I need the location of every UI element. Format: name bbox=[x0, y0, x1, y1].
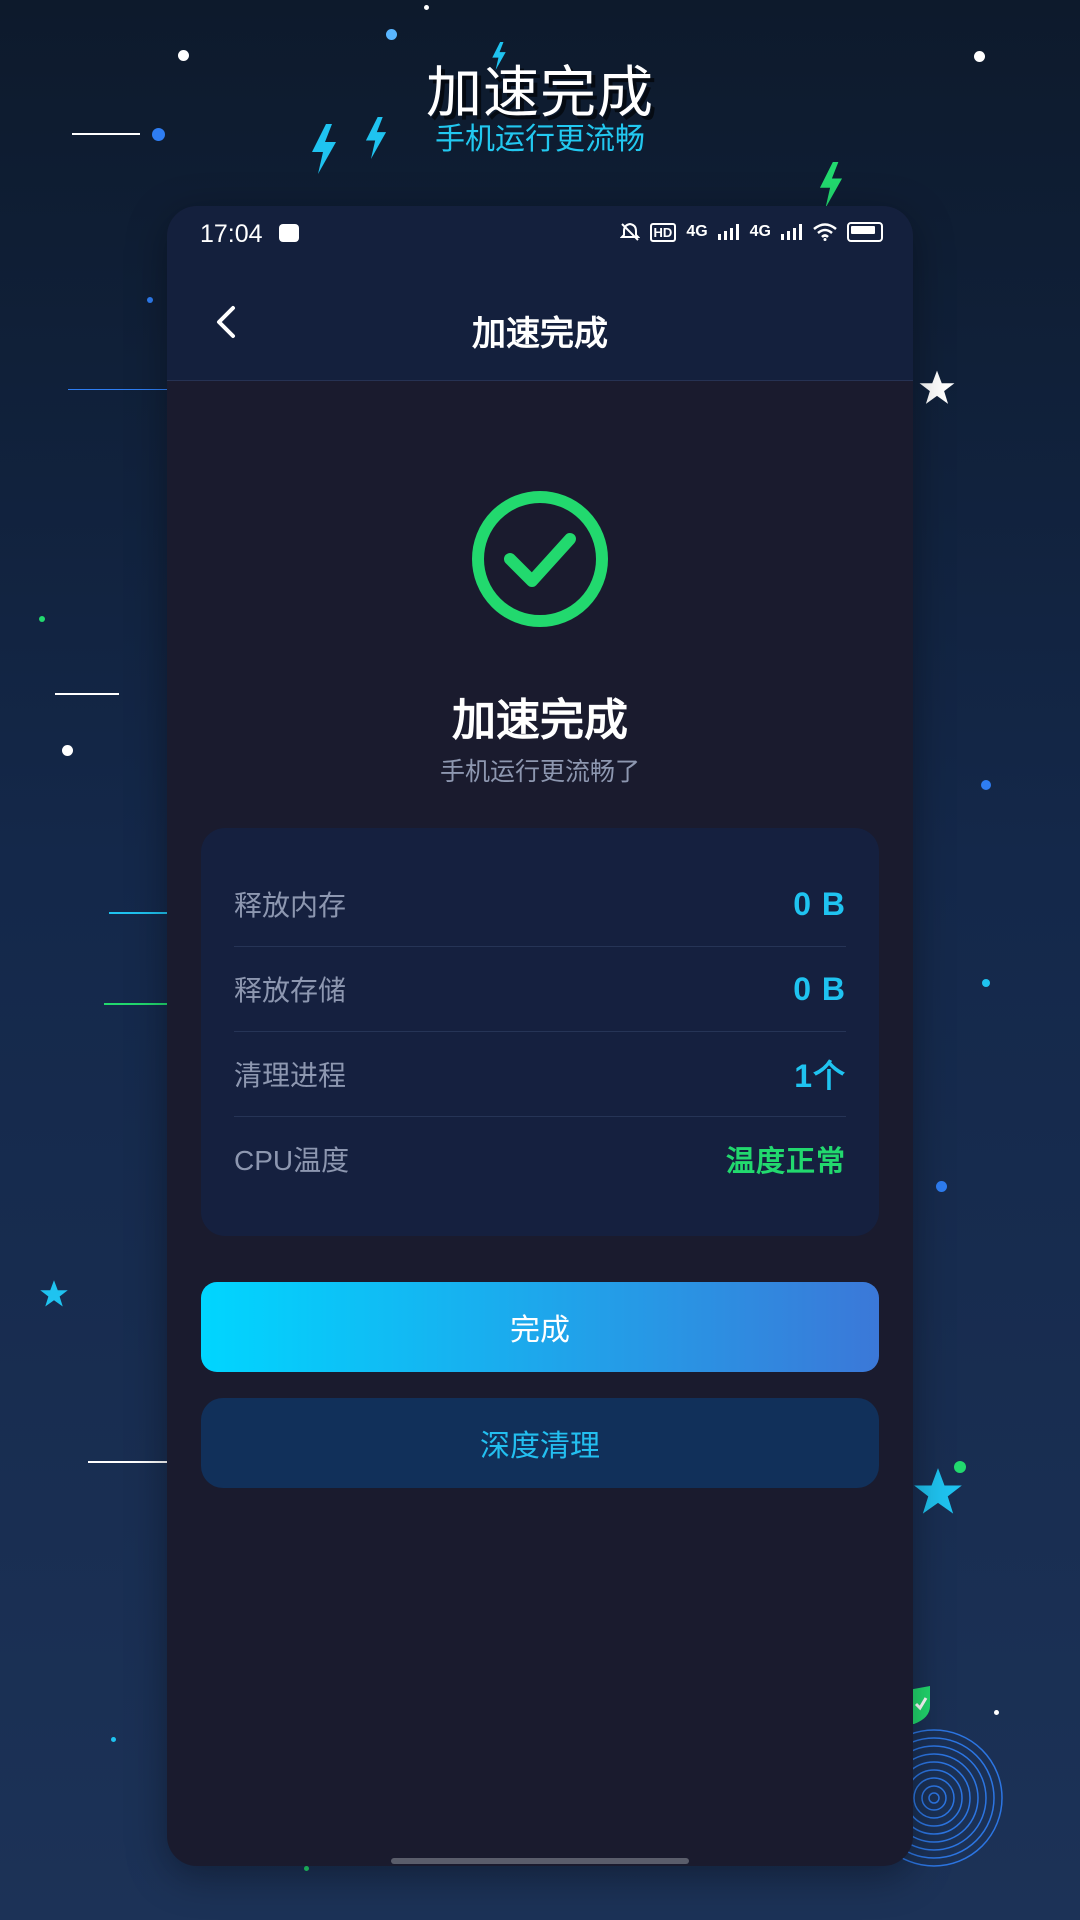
done-button[interactable]: 完成 bbox=[201, 1282, 879, 1372]
result-subtitle: 手机运行更流畅了 bbox=[439, 758, 640, 786]
stat-value: 温度正常 bbox=[725, 1146, 846, 1178]
app-header: 17:04 HD 4G 4G 加速完成 bbox=[167, 206, 913, 381]
result-title: 加速完成 bbox=[452, 696, 628, 745]
star-dot bbox=[994, 1710, 999, 1715]
star-dot bbox=[936, 1181, 947, 1192]
streak-line bbox=[104, 1003, 167, 1005]
check-circle-icon bbox=[470, 489, 610, 629]
stat-row-processes: 清理进程 1个 bbox=[234, 1032, 846, 1117]
lightning-icon bbox=[819, 162, 843, 208]
phone-screen: 17:04 HD 4G 4G 加速完成 加速完成 手机运行更流畅了 释放内存 0… bbox=[167, 206, 913, 1866]
star-dot bbox=[304, 1866, 309, 1871]
signal-icon bbox=[781, 224, 802, 240]
home-indicator[interactable] bbox=[391, 1858, 689, 1864]
wifi-icon bbox=[813, 223, 837, 241]
deep-clean-button[interactable]: 深度清理 bbox=[201, 1398, 879, 1488]
stat-value: 0 B bbox=[793, 970, 846, 1007]
stat-label: CPU温度 bbox=[234, 1145, 350, 1176]
network-4g-label: 4G bbox=[686, 223, 708, 240]
status-time: 17:04 bbox=[200, 220, 263, 248]
stat-row-storage: 释放存储 0 B bbox=[234, 947, 846, 1032]
network-4g-label: 4G bbox=[749, 223, 771, 240]
star-dot bbox=[111, 1737, 116, 1742]
star-icon bbox=[914, 1468, 962, 1514]
star-dot bbox=[147, 297, 153, 303]
streak-line bbox=[55, 693, 119, 695]
star-dot bbox=[981, 780, 991, 790]
streak-line bbox=[88, 1461, 167, 1463]
page-title: 加速完成 bbox=[472, 315, 608, 353]
banner-subtitle: 手机运行更流畅 bbox=[435, 123, 645, 156]
streak-line bbox=[109, 912, 167, 914]
stat-row-cpu-temp: CPU温度 温度正常 bbox=[234, 1117, 846, 1201]
star-icon bbox=[40, 1280, 68, 1307]
stat-value: 0 B bbox=[793, 885, 846, 922]
star-dot bbox=[424, 5, 429, 10]
star-icon bbox=[919, 370, 955, 404]
star-dot bbox=[386, 29, 397, 40]
star-dot bbox=[39, 616, 45, 622]
concentric-circles-graphic bbox=[900, 1729, 1003, 1867]
stat-value: 1个 bbox=[794, 1058, 846, 1094]
stat-label: 释放内存 bbox=[234, 890, 347, 921]
stats-card: 释放内存 0 B 释放存储 0 B 清理进程 1个 CPU温度 温度正常 bbox=[201, 828, 879, 1236]
battery-icon bbox=[847, 222, 883, 242]
stat-label: 释放存储 bbox=[234, 975, 347, 1006]
hd-label: HD bbox=[649, 222, 677, 242]
star-dot bbox=[62, 745, 73, 756]
stat-label: 清理进程 bbox=[234, 1060, 347, 1091]
status-icons: HD 4G 4G bbox=[619, 222, 883, 242]
message-icon bbox=[279, 224, 299, 242]
star-dot bbox=[982, 979, 990, 987]
stat-row-memory: 释放内存 0 B bbox=[234, 862, 846, 947]
bell-off-icon bbox=[619, 222, 640, 241]
signal-icon bbox=[717, 224, 739, 240]
streak-line bbox=[68, 389, 167, 390]
